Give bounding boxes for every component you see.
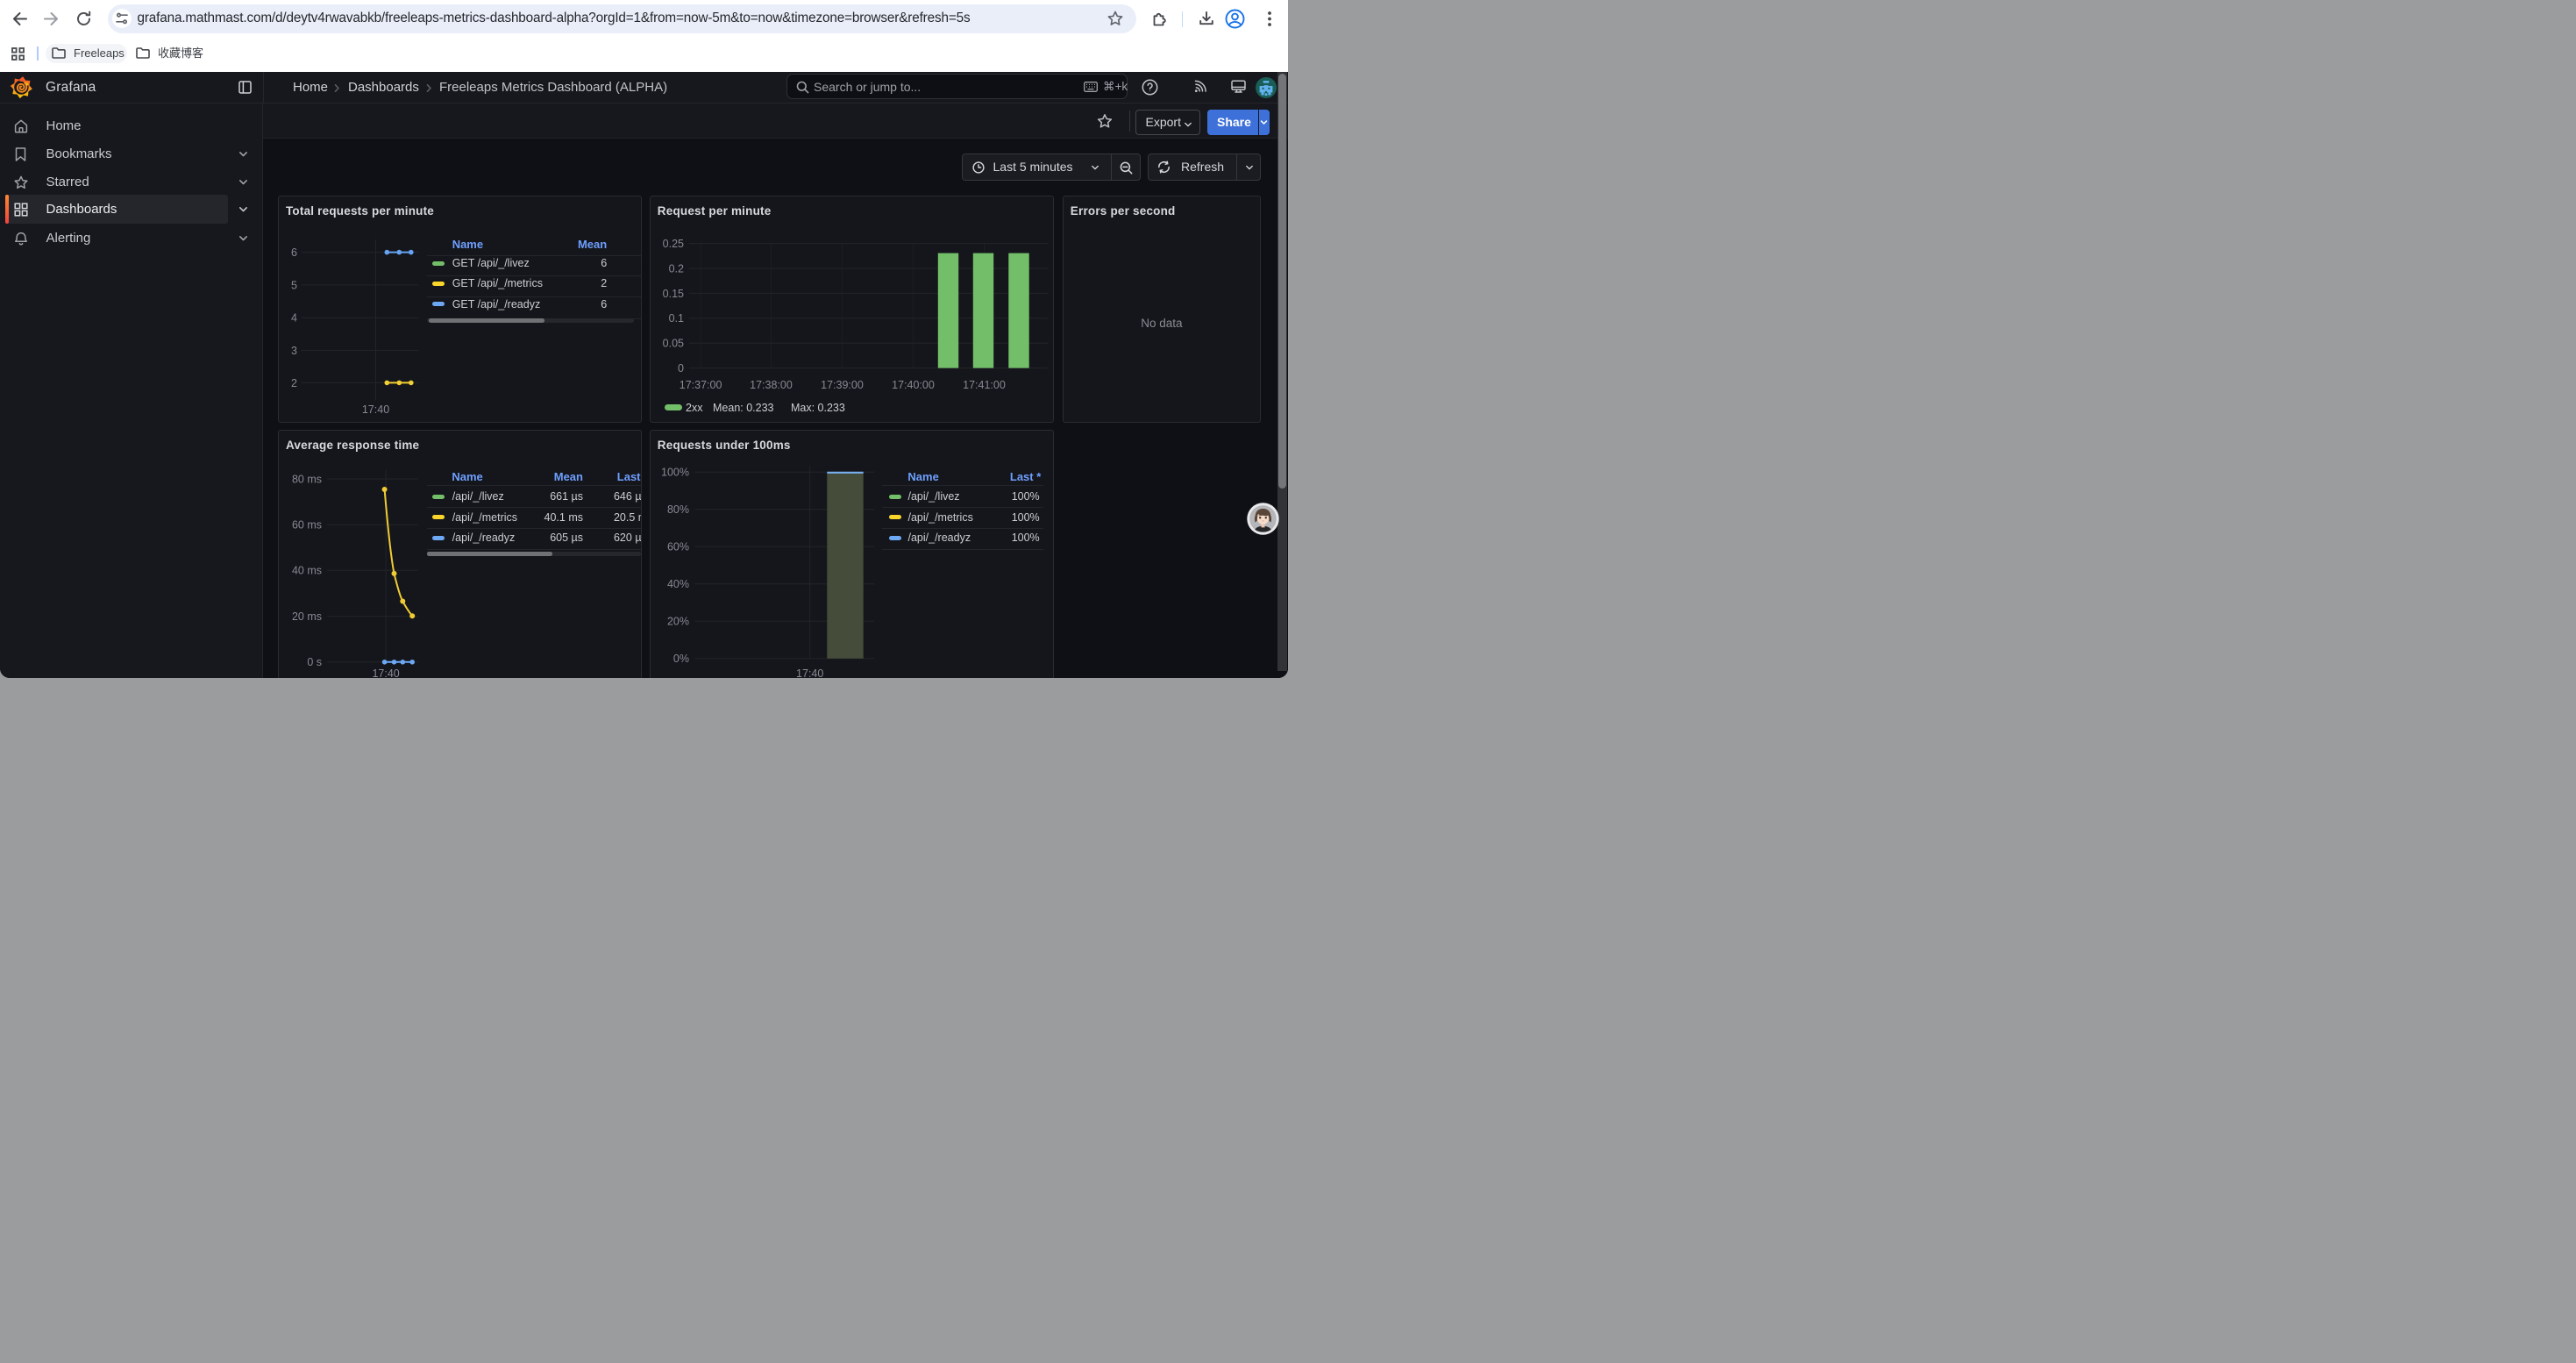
svg-text:100%: 100% xyxy=(661,467,689,479)
svg-text:6: 6 xyxy=(291,246,297,259)
svg-text:17:40: 17:40 xyxy=(796,667,823,677)
svg-text:0.15: 0.15 xyxy=(662,288,683,300)
svg-text:0.05: 0.05 xyxy=(662,338,683,350)
svg-text:17:38:00: 17:38:00 xyxy=(750,379,793,391)
svg-text:3: 3 xyxy=(291,345,297,357)
svg-text:40 ms: 40 ms xyxy=(292,565,322,577)
svg-text:0: 0 xyxy=(678,362,684,375)
svg-text:0.2: 0.2 xyxy=(668,263,683,275)
svg-text:0.1: 0.1 xyxy=(668,313,683,325)
svg-text:40%: 40% xyxy=(666,579,688,591)
svg-text:5: 5 xyxy=(291,280,297,292)
svg-text:60%: 60% xyxy=(666,541,688,553)
svg-text:17:40: 17:40 xyxy=(372,667,399,677)
svg-text:2: 2 xyxy=(291,377,297,389)
svg-text:17:40:00: 17:40:00 xyxy=(892,379,935,391)
svg-text:17:41:00: 17:41:00 xyxy=(963,379,1006,391)
svg-text:20 ms: 20 ms xyxy=(292,610,322,623)
svg-text:0.25: 0.25 xyxy=(662,238,683,250)
svg-text:17:37:00: 17:37:00 xyxy=(679,379,722,391)
svg-text:20%: 20% xyxy=(666,616,688,628)
svg-text:0 s: 0 s xyxy=(307,657,322,669)
svg-text:0%: 0% xyxy=(672,653,688,666)
svg-text:17:39:00: 17:39:00 xyxy=(821,379,864,391)
svg-text:80%: 80% xyxy=(666,504,688,517)
svg-text:80 ms: 80 ms xyxy=(292,474,322,486)
svg-text:60 ms: 60 ms xyxy=(292,519,322,532)
svg-text:17:40: 17:40 xyxy=(362,403,389,416)
svg-text:4: 4 xyxy=(291,312,297,325)
